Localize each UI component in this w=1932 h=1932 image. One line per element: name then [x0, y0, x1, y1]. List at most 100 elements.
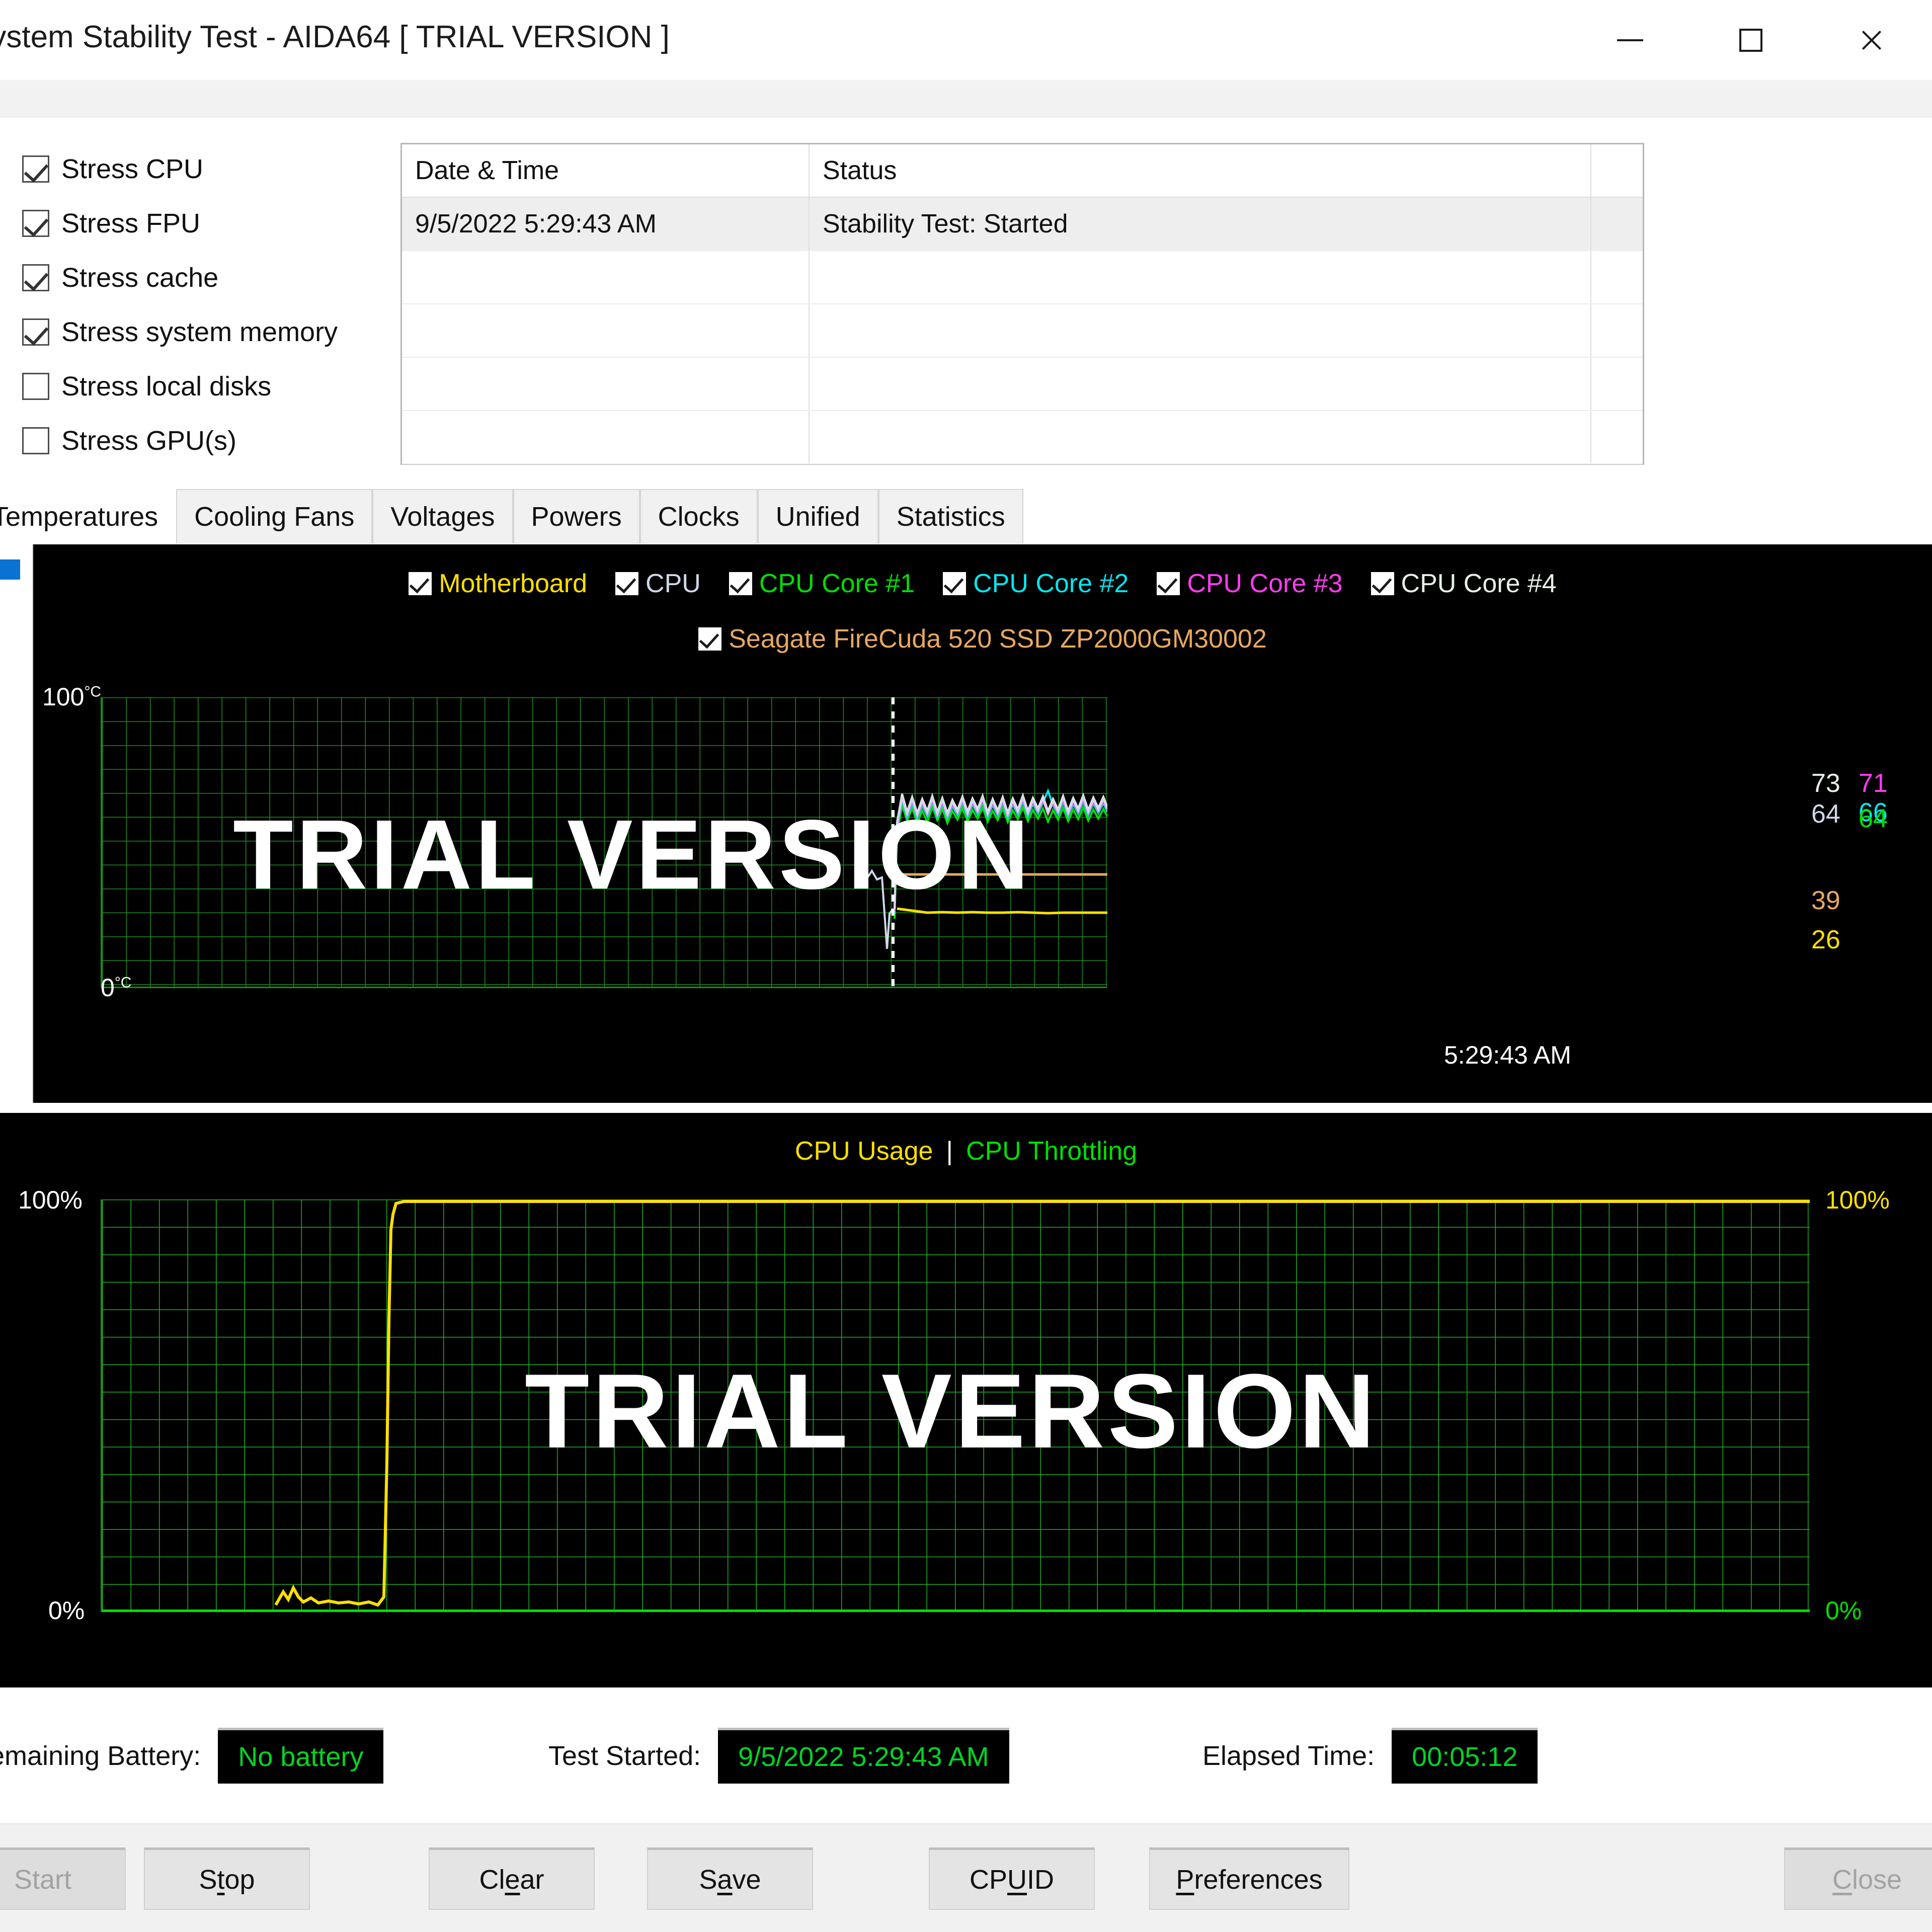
elapsed-time-label: Elapsed Time:: [1202, 1740, 1375, 1771]
column-header-status: Status: [810, 144, 1591, 197]
battery-label: Remaining Battery:: [0, 1740, 201, 1771]
stress-option-fpu[interactable]: Stress FPU: [22, 196, 405, 251]
legend-item-cpu-core-4[interactable]: CPU Core #4: [1371, 569, 1557, 599]
value-label-motherboard: 26: [1811, 925, 1840, 954]
usage-legend-separator: |: [946, 1137, 953, 1166]
maximize-icon: [1739, 29, 1762, 52]
status-log-table[interactable]: Date & Time Status 9/5/2022 5:29:43 AM S…: [400, 143, 1644, 465]
stress-option-label: Stress system memory: [61, 317, 338, 347]
preferences-button[interactable]: Preferences: [1149, 1847, 1349, 1910]
value-label-ssd: 39: [1811, 886, 1840, 915]
legend-item-motherboard[interactable]: Motherboard: [409, 569, 587, 599]
tab-statistics[interactable]: Statistics: [878, 489, 1023, 543]
legend-item-cpu-core-3[interactable]: CPU Core #3: [1157, 569, 1343, 599]
temperature-y-axis-top-label: 100°C: [42, 683, 102, 711]
save-button[interactable]: Save: [647, 1847, 813, 1910]
start-button[interactable]: Start: [0, 1847, 126, 1910]
temperature-legend-row-2: Seagate FireCuda 520 SSD ZP2000GM30002: [33, 624, 1932, 654]
legend-label: Motherboard: [439, 569, 588, 598]
value-label-core1: 64: [1859, 804, 1888, 833]
tab-voltages[interactable]: Voltages: [372, 489, 513, 543]
checkbox-stress-fpu[interactable]: [22, 210, 49, 237]
window-controls: [1570, 0, 1932, 80]
clear-button[interactable]: Clear: [429, 1847, 595, 1910]
table-row-empty: [402, 251, 1643, 304]
stop-button-label: Stop: [199, 1864, 255, 1895]
column-header-datetime: Date & Time: [402, 144, 810, 197]
stress-option-gpus[interactable]: Stress GPU(s): [22, 414, 405, 468]
tab-cooling-fans[interactable]: Cooling Fans: [176, 489, 373, 543]
checkbox-stress-local-disks[interactable]: [22, 373, 49, 400]
legend-label: Seagate FireCuda 520 SSD ZP2000GM30002: [729, 624, 1267, 654]
table-row-empty: [402, 304, 1643, 358]
legend-checkbox-seagate-ssd[interactable]: [698, 627, 722, 651]
checkbox-stress-cpu[interactable]: [22, 155, 49, 183]
stress-option-system-memory[interactable]: Stress system memory: [22, 305, 405, 359]
tab-unified[interactable]: Unified: [757, 489, 878, 543]
selection-indicator: [0, 559, 20, 580]
maximize-button[interactable]: [1691, 0, 1811, 80]
cell-datetime: 9/5/2022 5:29:43 AM: [402, 198, 810, 250]
cpu-usage-grid: [102, 1199, 1810, 1612]
close-icon: [1859, 28, 1884, 53]
test-started-label: Test Started:: [548, 1740, 701, 1771]
stress-options-group: Stress CPU Stress FPU Stress cache Stres…: [22, 142, 405, 468]
elapsed-time-group: Elapsed Time: 00:05:12: [1202, 1728, 1538, 1784]
legend-checkbox-cpu-core-3[interactable]: [1157, 572, 1180, 595]
stress-option-label: Stress CPU: [61, 154, 204, 184]
legend-checkbox-cpu-core-2[interactable]: [943, 572, 967, 595]
elapsed-time-value: 00:05:12: [1392, 1728, 1538, 1784]
tab-powers[interactable]: Powers: [513, 489, 640, 543]
temperature-legend-row-1: Motherboard CPU CPU Core #1 CPU Core #2 …: [33, 569, 1932, 599]
table-row-empty: [402, 358, 1643, 411]
close-button[interactable]: [1811, 0, 1932, 80]
legend-checkbox-motherboard[interactable]: [409, 572, 432, 595]
legend-checkbox-cpu-core-1[interactable]: [729, 572, 752, 595]
table-row[interactable]: 9/5/2022 5:29:43 AM Stability Test: Star…: [402, 198, 1643, 251]
preferences-button-label: Preferences: [1176, 1864, 1323, 1895]
stress-option-cpu[interactable]: Stress CPU: [22, 142, 405, 196]
toolbar-strip: [0, 81, 1932, 117]
minimize-icon: [1617, 39, 1643, 41]
usage-y-axis-right-top-label: 100%: [1825, 1186, 1890, 1214]
checkbox-stress-cache[interactable]: [22, 264, 49, 291]
value-label-core3: 71: [1859, 769, 1888, 798]
stress-option-cache[interactable]: Stress cache: [22, 251, 405, 305]
legend-item-cpu-core-2[interactable]: CPU Core #2: [943, 569, 1129, 599]
status-bar: Remaining Battery: No battery Test Start…: [0, 1687, 1932, 1823]
battery-status-group: Remaining Battery: No battery: [0, 1728, 384, 1784]
stop-button[interactable]: Stop: [144, 1847, 310, 1910]
checkbox-stress-system-memory[interactable]: [22, 318, 49, 346]
start-button-label: Start: [14, 1864, 72, 1895]
table-header-row: Date & Time Status: [402, 144, 1643, 198]
column-header-spacer: [1591, 144, 1643, 197]
temperature-timestamp-label: 5:29:43 AM: [1444, 1041, 1571, 1069]
stress-option-local-disks[interactable]: Stress local disks: [22, 359, 405, 414]
cpuid-button-label: CPUID: [969, 1864, 1054, 1895]
legend-item-seagate-ssd[interactable]: Seagate FireCuda 520 SSD ZP2000GM30002: [698, 624, 1267, 654]
minimize-button[interactable]: [1570, 0, 1691, 80]
usage-legend-cpu-throttling[interactable]: CPU Throttling: [966, 1136, 1137, 1166]
legend-item-cpu-core-1[interactable]: CPU Core #1: [729, 569, 915, 599]
checkbox-stress-gpus[interactable]: [22, 427, 49, 454]
legend-item-cpu[interactable]: CPU: [615, 569, 701, 599]
legend-label: CPU Core #3: [1187, 569, 1343, 598]
usage-legend-cpu-usage[interactable]: CPU Usage: [795, 1136, 933, 1166]
legend-label: CPU Core #4: [1401, 569, 1557, 598]
tab-clocks[interactable]: Clocks: [639, 489, 758, 543]
close-button-bottom[interactable]: Close: [1784, 1847, 1932, 1910]
cell-status: Stability Test: Started: [810, 198, 1591, 250]
stress-option-label: Stress cache: [61, 263, 219, 293]
legend-checkbox-cpu-core-4[interactable]: [1371, 572, 1394, 595]
legend-label: CPU Core #2: [973, 569, 1129, 598]
legend-label: CPU: [646, 569, 701, 598]
tab-temperatures[interactable]: Temperatures: [0, 489, 177, 543]
legend-checkbox-cpu[interactable]: [615, 572, 639, 595]
table-row-empty: [402, 411, 1643, 464]
cell-spacer: [1591, 198, 1643, 250]
window-title: System Stability Test - AIDA64 [ TRIAL V…: [0, 20, 670, 54]
stress-option-label: Stress FPU: [61, 208, 201, 238]
test-started-group: Test Started: 9/5/2022 5:29:43 AM: [548, 1728, 1009, 1784]
cpuid-button[interactable]: CPUID: [929, 1847, 1095, 1910]
temperature-plot-svg: [102, 697, 1107, 988]
